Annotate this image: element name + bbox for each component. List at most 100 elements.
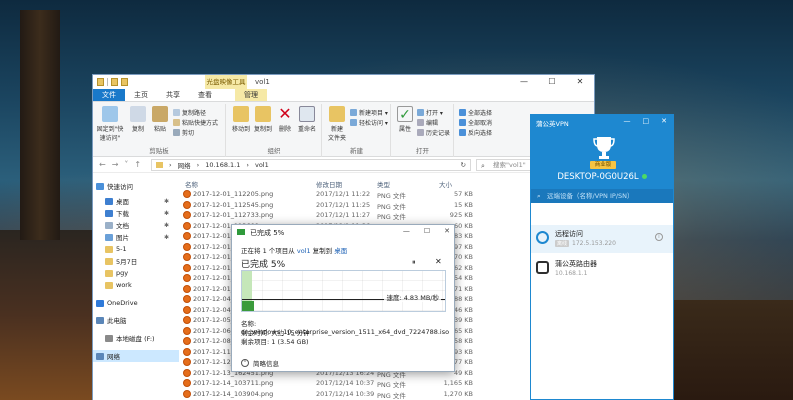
new-item-button[interactable]: 新建项目 ▾: [350, 108, 388, 117]
explorer-titlebar[interactable]: 光盘映像工具 vol1 — ☐ ✕: [93, 75, 594, 89]
file-size: 1,270 KB: [443, 389, 473, 398]
ribbon-group-open: ✓ 属性 打开 ▾ 编辑 历史记录 打开: [392, 104, 454, 157]
folder-icon: [96, 299, 104, 307]
dialog-minimize-button[interactable]: —: [403, 227, 410, 235]
folder-icon: [96, 182, 104, 190]
breadcrumb-folder[interactable]: vol1: [255, 161, 269, 169]
copy-path-button[interactable]: 复制路径: [173, 108, 206, 117]
sidebar-item[interactable]: 5-1: [93, 243, 179, 255]
vpn-close-button[interactable]: ✕: [661, 117, 667, 125]
vpn-device-remote-access[interactable]: 远程访问 离线 172.5.153.220 i: [531, 225, 673, 253]
column-header-type[interactable]: 类型: [377, 179, 390, 189]
pin-icon[interactable]: ✱: [164, 198, 169, 205]
vpn-maximize-button[interactable]: □: [643, 117, 650, 125]
pin-icon[interactable]: ✱: [164, 222, 169, 229]
paste-shortcut-label: 粘贴快捷方式: [182, 120, 219, 127]
invert-selection-label: 反向选择: [468, 130, 493, 137]
destination-link[interactable]: 桌面: [334, 247, 347, 255]
copy-button[interactable]: 复制: [126, 106, 150, 133]
properties-icon[interactable]: [111, 78, 118, 86]
move-to-icon: [233, 106, 249, 122]
sidebar-item[interactable]: 此电脑: [93, 314, 179, 326]
sidebar-item[interactable]: 网络: [93, 350, 179, 362]
tab-home[interactable]: 主页: [125, 89, 157, 101]
rename-button[interactable]: 重命名: [295, 106, 319, 133]
vpn-minimize-button[interactable]: —: [624, 117, 631, 125]
device-name: 蒲公英路由器: [555, 260, 597, 268]
source-link[interactable]: vol1: [297, 247, 311, 255]
vpn-search-input[interactable]: ⌕ 远端设备（名称/VPN IP/SN）: [531, 189, 673, 203]
sidebar-item[interactable]: 图片 ✱: [93, 231, 179, 243]
sidebar-item[interactable]: work: [93, 279, 179, 291]
sidebar-item[interactable]: 桌面 ✱: [93, 195, 179, 207]
maximize-button[interactable]: ☐: [538, 75, 566, 89]
less-details-button[interactable]: ⌃ 简略信息: [241, 358, 279, 368]
pin-icon[interactable]: ✱: [164, 210, 169, 217]
close-button[interactable]: ✕: [566, 75, 594, 89]
new-folder-button[interactable]: 新建 文件夹: [325, 106, 349, 142]
png-file-icon: [183, 358, 191, 366]
folder-icon: [105, 209, 113, 217]
sidebar-item[interactable]: pgy: [93, 267, 179, 279]
address-bar[interactable]: › 网络 › 10.168.1.1 › vol1 ↻: [151, 159, 471, 171]
png-file-icon: [183, 389, 191, 398]
sidebar-item[interactable]: 下载 ✱: [93, 207, 179, 219]
open-button[interactable]: 打开 ▾: [417, 108, 443, 117]
history-label: 历史记录: [426, 130, 451, 137]
delete-x-icon: ✕: [278, 104, 292, 123]
context-tab-disc-tools[interactable]: 光盘映像工具: [205, 75, 247, 89]
paste-shortcut-button[interactable]: 粘贴快捷方式: [173, 118, 218, 127]
pin-quick-access-button[interactable]: 固定到"快速访问": [95, 106, 125, 142]
select-all-button[interactable]: 全部选择: [459, 108, 492, 117]
copy-description: 正在将 1 个项目从 vol1 复制到 桌面: [241, 245, 347, 255]
new-folder-icon[interactable]: [121, 78, 128, 86]
move-to-button[interactable]: 移动到: [229, 106, 253, 133]
png-file-icon: [183, 232, 191, 240]
delete-button[interactable]: ✕ 删除: [273, 104, 297, 134]
invert-selection-button[interactable]: 反向选择: [459, 128, 492, 137]
properties-button[interactable]: ✓ 属性: [393, 106, 417, 133]
copy-path-label: 复制路径: [182, 110, 207, 117]
folder-icon: [105, 233, 113, 241]
pin-icon[interactable]: ✱: [164, 234, 169, 241]
cancel-button[interactable]: ✕: [435, 257, 442, 266]
info-icon[interactable]: i: [655, 233, 663, 241]
dialog-titlebar[interactable]: 已完成 5% — ☐ ✕: [232, 225, 454, 239]
breadcrumb-host[interactable]: 10.168.1.1: [205, 161, 240, 169]
history-button[interactable]: 历史记录: [417, 128, 450, 137]
recent-chevron-icon[interactable]: ˅: [124, 160, 128, 169]
cut-button[interactable]: 剪切: [173, 128, 194, 137]
wallpaper-tower: [20, 10, 60, 240]
folder-icon[interactable]: [97, 78, 104, 86]
tab-view[interactable]: 查看: [189, 89, 221, 101]
column-header-name[interactable]: 名称: [185, 179, 198, 189]
column-header-date[interactable]: 修改日期: [316, 179, 342, 189]
column-header-size[interactable]: 大小: [439, 179, 452, 189]
dialog-close-button[interactable]: ✕: [444, 227, 450, 235]
up-arrow-icon[interactable]: ↑: [134, 160, 141, 169]
vpn-device-router[interactable]: 蒲公英路由器 10.168.1.1: [531, 255, 673, 283]
ribbon-group-organize: 移动到 复制到 ✕ 删除 重命名 组织: [227, 104, 322, 157]
sidebar-item[interactable]: 本地磁盘 (F:): [93, 332, 179, 344]
tab-file[interactable]: 文件: [93, 89, 125, 101]
easy-access-button[interactable]: 轻松访问 ▾: [350, 118, 388, 127]
select-none-button[interactable]: 全部取消: [459, 118, 492, 127]
pause-button[interactable]: ⏸: [412, 258, 416, 267]
paste-button[interactable]: 粘贴: [148, 106, 172, 133]
dialog-maximize-button[interactable]: ☐: [424, 227, 430, 235]
file-type: PNG 文件: [377, 381, 406, 389]
sidebar-item[interactable]: 文档 ✱: [93, 219, 179, 231]
tab-share[interactable]: 共享: [157, 89, 189, 101]
forward-arrow-icon[interactable]: →: [112, 160, 119, 169]
sidebar-item[interactable]: OneDrive: [93, 297, 179, 309]
tab-manage[interactable]: 管理: [235, 89, 267, 101]
breadcrumb-network[interactable]: 网络: [178, 160, 191, 170]
edit-button[interactable]: 编辑: [417, 118, 438, 127]
refresh-icon[interactable]: ↻: [461, 161, 466, 169]
open-icon: [417, 109, 424, 116]
minimize-button[interactable]: —: [510, 75, 538, 89]
back-arrow-icon[interactable]: ←: [99, 160, 106, 169]
sidebar-item[interactable]: 快速访问: [93, 180, 179, 192]
sidebar-item[interactable]: 5月7日: [93, 255, 179, 267]
copy-to-button[interactable]: 复制到: [251, 106, 275, 133]
